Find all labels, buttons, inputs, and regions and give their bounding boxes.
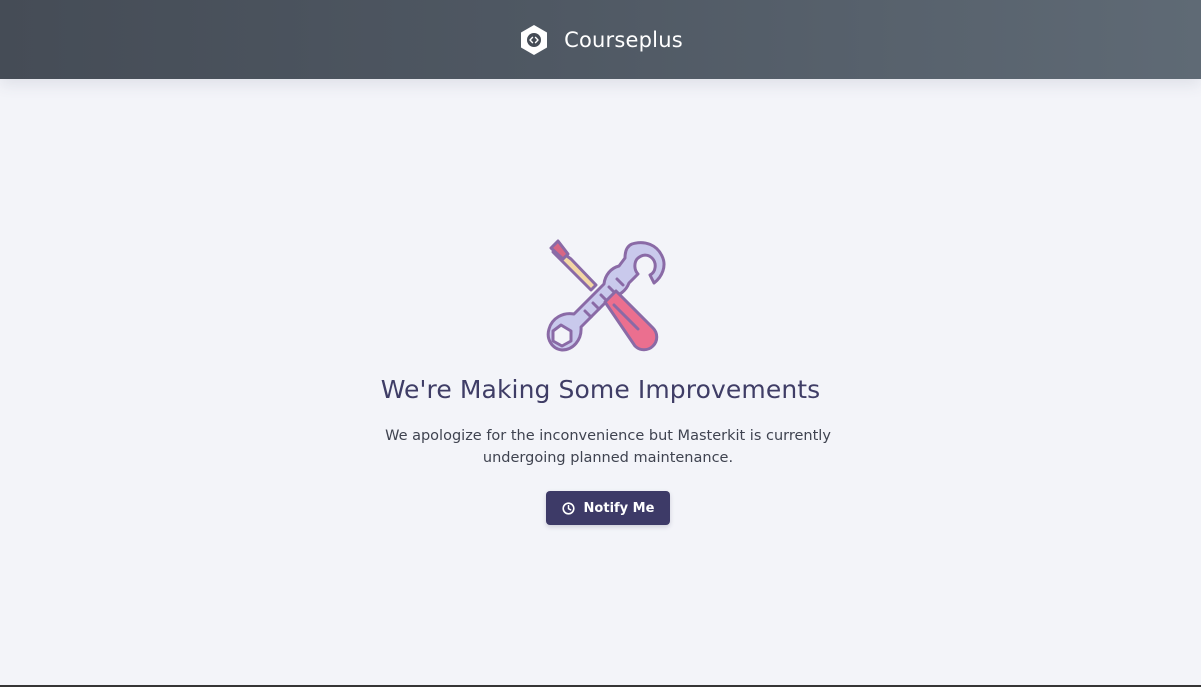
brand-name: Courseplus: [564, 27, 683, 52]
clock-icon: [561, 501, 575, 515]
page-title: We're Making Some Improvements: [380, 375, 821, 404]
wrench-screwdriver-icon: [546, 239, 666, 352]
hexagon-code-icon: [521, 24, 548, 55]
maintenance-page: We're Making Some Improvements We apolog…: [0, 79, 1201, 685]
notify-me-button[interactable]: Notify Me: [546, 491, 670, 525]
maintenance-message: We apologize for the inconvenience but M…: [385, 428, 831, 466]
brand[interactable]: Courseplus: [518, 23, 683, 57]
top-header: Courseplus: [0, 0, 1201, 79]
notify-me-label: Notify Me: [583, 500, 655, 516]
